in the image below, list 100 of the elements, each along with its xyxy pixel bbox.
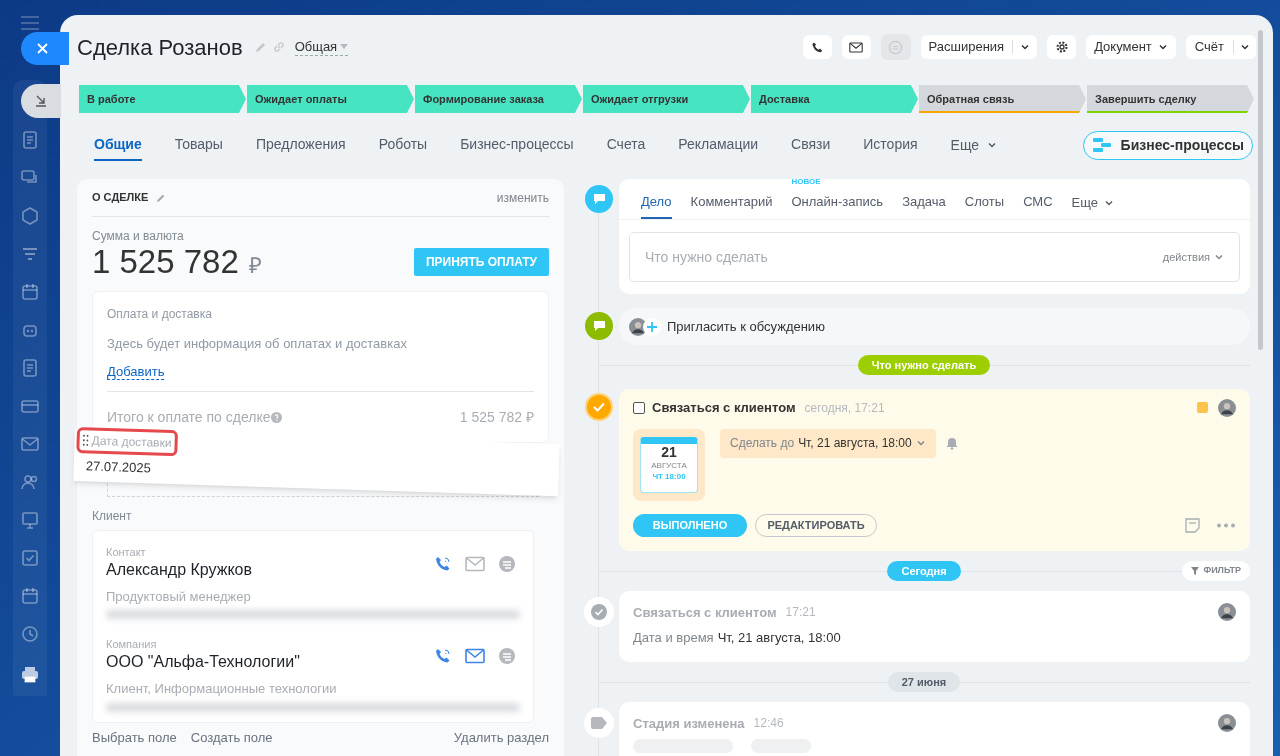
deadline-button[interactable]: Сделать до Чт, 21 августа, 18:00	[720, 428, 936, 458]
user-icon[interactable]	[20, 472, 40, 492]
more-tab[interactable]: Еще	[1071, 186, 1115, 219]
minimize-button[interactable]	[21, 84, 61, 118]
document-icon[interactable]	[20, 130, 40, 150]
composer-tab[interactable]: Комментарий	[690, 186, 773, 219]
settings-button[interactable]	[1047, 35, 1077, 59]
tab[interactable]: Товары	[174, 129, 223, 161]
stage-step[interactable]: Завершить сделку	[1087, 85, 1254, 113]
composer-tab[interactable]: Онлайн-запись	[791, 186, 884, 219]
business-processes-button[interactable]: Бизнес-процессы	[1082, 130, 1253, 160]
tab[interactable]: Бизнес-процессы	[460, 129, 574, 161]
total-amount: 1 525 782 ₽	[459, 407, 534, 427]
actions-dropdown[interactable]: действия	[1162, 248, 1224, 266]
tab[interactable]: История	[863, 129, 918, 161]
edit-link[interactable]: изменить	[496, 188, 549, 207]
client-name[interactable]: Александр Кружков	[106, 560, 252, 579]
tab[interactable]: Предложения	[255, 129, 346, 161]
plus-icon[interactable]	[643, 317, 661, 336]
document-button[interactable]: Документ	[1086, 35, 1176, 59]
invite-bar[interactable]: Пригласить к обсуждению	[619, 308, 1250, 345]
tab[interactable]: Связи	[791, 129, 831, 161]
date-pill: Что нужно сделать	[857, 355, 991, 375]
tab[interactable]: Рекламации	[678, 129, 759, 161]
invoice-button[interactable]: Счёт	[1185, 35, 1256, 59]
bell-icon[interactable]	[945, 436, 958, 450]
composer-tab[interactable]: Задача	[902, 186, 946, 219]
checkbox-icon[interactable]	[20, 548, 40, 568]
chevron-down-icon	[1020, 42, 1031, 52]
clock-icon[interactable]	[20, 624, 40, 644]
chat-icon[interactable]	[498, 554, 516, 573]
document-icon[interactable]	[20, 358, 40, 378]
client-name[interactable]: ООО "Альфа-Технологии"	[106, 653, 300, 671]
note-icon[interactable]	[1185, 517, 1200, 533]
todo-input[interactable]: Что нужно сделать действия	[629, 232, 1240, 282]
chevron-down-icon	[1157, 42, 1168, 52]
section-label: Клиент	[92, 507, 133, 525]
detail-label: Дата и время	[633, 629, 714, 647]
choose-field-link[interactable]: Выбрать поле	[92, 727, 177, 747]
composer-tab[interactable]: Слоты	[964, 186, 1005, 219]
calendar-icon[interactable]	[20, 282, 40, 302]
filter-button[interactable]: ФИЛЬТР	[1182, 560, 1250, 581]
category-dropdown[interactable]: Общая	[294, 38, 349, 56]
add-link[interactable]: Добавить	[107, 363, 165, 380]
drag-handle-icon[interactable]	[82, 434, 89, 447]
extensions-button[interactable]: Расширения	[920, 35, 1038, 59]
tab[interactable]: Роботы	[378, 129, 428, 161]
client-subtitle: Продуктовый менеджер	[106, 587, 252, 606]
avatar-icon	[1218, 603, 1236, 622]
composer-tab[interactable]: СМС	[1023, 186, 1053, 219]
stage-step[interactable]: Формирование заказа	[415, 85, 582, 113]
stage-step[interactable]: Доставка	[751, 85, 918, 113]
invite-text: Пригласить к обсуждению	[667, 317, 825, 336]
checkbox[interactable]	[633, 401, 645, 414]
menu-icon[interactable]	[21, 16, 39, 30]
phone-icon	[810, 40, 824, 54]
stage-step[interactable]: Ожидает отгрузки	[583, 85, 750, 113]
task-title: Связаться с клиентом	[652, 399, 796, 417]
section-title: О СДЕЛКЕ	[92, 190, 149, 206]
avatar-icon	[1218, 714, 1236, 733]
call-button[interactable]	[802, 35, 832, 59]
pencil-icon[interactable]	[156, 192, 167, 203]
client-subtitle: Клиент, Информационные технологии	[106, 680, 338, 698]
mail-button[interactable]	[841, 35, 871, 59]
input-placeholder: Что нужно сделать	[645, 247, 768, 267]
field-label: Компания	[106, 637, 158, 652]
stage-step[interactable]: Ожидает оплаты	[247, 85, 414, 113]
currency: ₽	[248, 251, 262, 280]
stage-step[interactable]: В работе	[79, 85, 246, 113]
link-icon[interactable]	[272, 41, 285, 53]
phone-icon[interactable]	[434, 554, 452, 573]
close-icon	[36, 43, 48, 54]
date-pill: Сегодня	[887, 560, 961, 581]
phone-icon[interactable]	[434, 647, 452, 665]
chevron-down-icon	[915, 438, 926, 448]
stage-step[interactable]: Обратная связь	[919, 85, 1086, 113]
comment-icon	[592, 193, 606, 205]
field-label: Контакт	[106, 544, 147, 560]
color-marker	[1197, 402, 1208, 414]
pencil-icon[interactable]	[254, 41, 267, 53]
help-icon[interactable]	[270, 411, 282, 423]
calendar-icon[interactable]	[20, 586, 40, 606]
more-icon[interactable]	[1216, 522, 1236, 528]
dragged-field[interactable]: Дата доставки 27.07.2025	[73, 429, 560, 497]
presentation-icon[interactable]	[20, 510, 40, 530]
avatar-icon	[1218, 398, 1236, 417]
more-tab[interactable]: Еще	[950, 129, 998, 161]
mail-icon[interactable]	[849, 41, 863, 53]
tab[interactable]: Общие	[94, 129, 142, 161]
close-button[interactable]	[21, 32, 69, 65]
hexagon-icon[interactable]	[20, 206, 40, 226]
chat-icon[interactable]	[498, 647, 516, 665]
chat-button[interactable]	[880, 34, 911, 60]
printer-icon[interactable]	[20, 664, 40, 684]
amount: 1 525 782	[92, 245, 239, 279]
composer-tab[interactable]: Дело	[641, 186, 672, 219]
create-field-link[interactable]: Создать поле	[190, 727, 273, 747]
tab[interactable]: Счета	[606, 129, 646, 161]
delete-section-link[interactable]: Удалить раздел	[453, 727, 549, 747]
chat-icon	[888, 39, 903, 55]
